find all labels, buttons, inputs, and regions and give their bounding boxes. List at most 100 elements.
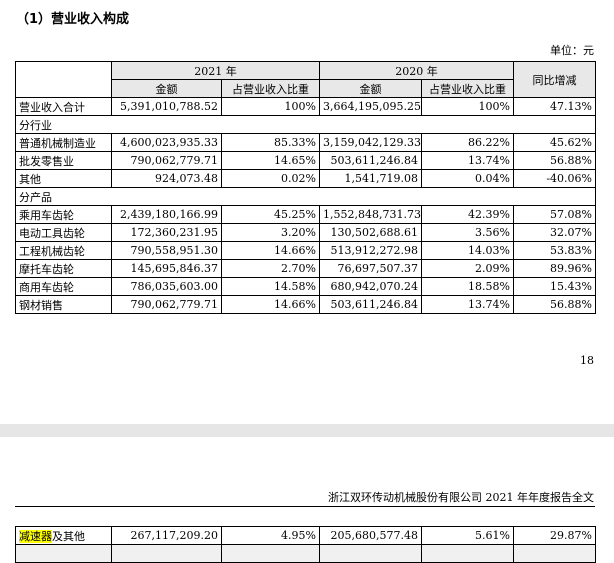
header-ratio-2021: 占营业收入比重 — [221, 79, 320, 98]
section-label-product: 分产品 — [15, 187, 596, 206]
yoy-change: 57.08% — [513, 205, 596, 224]
revenue-table: 2021 年 2020 年 同比增减 金额 占营业收入比重 金额 占营业收入比重… — [15, 61, 596, 314]
yoy-change: 56.88% — [513, 295, 596, 314]
ratio-2020: 3.56% — [421, 223, 514, 242]
row-label: 钢材销售 — [15, 295, 112, 314]
amount-2021: 790,558,951.30 — [111, 241, 222, 260]
section-label-industry: 分行业 — [15, 115, 596, 134]
table-row: 乘用车齿轮 2,439,180,166.99 45.25% 1,552,848,… — [15, 205, 596, 224]
amount-2020: 3,159,042,129.33 — [319, 133, 422, 152]
ratio-2020: 13.74% — [421, 151, 514, 170]
row-label: 摩托车齿轮 — [15, 259, 112, 278]
amount-2021: 4,600,023,935.33 — [111, 133, 222, 152]
yoy-change: 47.13% — [513, 97, 596, 116]
footer-divider — [15, 506, 595, 507]
yoy-change: -40.06% — [513, 169, 596, 188]
row-label-rest: 及其他 — [52, 529, 85, 543]
amount-2020: 1,552,848,731.73 — [319, 205, 422, 224]
header-row-years: 2021 年 2020 年 同比增减 — [15, 61, 596, 98]
amount-2021: 267,117,209.20 — [111, 526, 222, 545]
section-row-product: 分产品 — [15, 187, 596, 206]
amount-2021: 924,073.48 — [111, 169, 222, 188]
ratio-2020: 0.04% — [421, 169, 514, 188]
yoy-change: 53.83% — [513, 241, 596, 260]
amount-2020: 513,912,272.98 — [319, 241, 422, 260]
row-label: 工程机械齿轮 — [15, 241, 112, 260]
amount-2021: 172,360,231.95 — [111, 223, 222, 242]
amount-2020: 76,697,507.37 — [319, 259, 422, 278]
ratio-2021: 0.02% — [221, 169, 320, 188]
ratio-2021: 14.65% — [221, 151, 320, 170]
header-yoy: 同比增减 — [513, 61, 596, 98]
amount-2021: 2,439,180,166.99 — [111, 205, 222, 224]
row-label: 减速器及其他 — [15, 526, 112, 545]
ratio-2021: 14.66% — [221, 241, 320, 260]
table-row: 减速器及其他 267,117,209.20 4.95% 205,680,577.… — [15, 526, 596, 545]
ratio-2021: 14.58% — [221, 277, 320, 296]
ratio-2021: 85.33% — [221, 133, 320, 152]
row-label: 普通机械制造业 — [15, 133, 112, 152]
row-label: 电动工具齿轮 — [15, 223, 112, 242]
ratio-2020: 13.74% — [421, 295, 514, 314]
header-amount-2020: 金额 — [319, 79, 422, 98]
table-row: 钢材销售 790,062,779.71 14.66% 503,611,246.8… — [15, 295, 596, 314]
row-label: 批发零售业 — [15, 151, 112, 170]
amount-2020: 130,502,688.61 — [319, 223, 422, 242]
row-label: 其他 — [15, 169, 112, 188]
ratio-2020: 2.09% — [421, 259, 514, 278]
amount-2021: 5,391,010,788.52 — [111, 97, 222, 116]
ratio-2021: 4.95% — [221, 526, 320, 545]
ratio-2020: 18.58% — [421, 277, 514, 296]
yoy-change: 89.96% — [513, 259, 596, 278]
header-2021: 2021 年 — [111, 61, 320, 80]
section-row-industry: 分行业 — [15, 115, 596, 134]
header-amount-2021: 金额 — [111, 79, 222, 98]
table-row-empty — [15, 544, 596, 563]
header-2020: 2020 年 — [319, 61, 514, 80]
amount-2020: 205,680,577.48 — [319, 526, 422, 545]
table-row: 商用车齿轮 786,035,603.00 14.58% 680,942,070.… — [15, 277, 596, 296]
table-row: 其他 924,073.48 0.02% 1,541,719.08 0.04% -… — [15, 169, 596, 188]
unit-label: 单位：元 — [550, 44, 594, 57]
ratio-2021: 45.25% — [221, 205, 320, 224]
ratio-2021: 14.66% — [221, 295, 320, 314]
amount-2021: 786,035,603.00 — [111, 277, 222, 296]
yoy-change: 32.07% — [513, 223, 596, 242]
row-label: 乘用车齿轮 — [15, 205, 112, 224]
header-ratio-2020: 占营业收入比重 — [421, 79, 514, 98]
ratio-2020: 14.03% — [421, 241, 514, 260]
ratio-2020: 42.39% — [421, 205, 514, 224]
report-footer: 浙江双环传动机械股份有限公司 2021 年年度报告全文 — [328, 491, 594, 504]
yoy-change: 15.43% — [513, 277, 596, 296]
amount-2021: 790,062,779.71 — [111, 295, 222, 314]
amount-2021: 790,062,779.71 — [111, 151, 222, 170]
page-break — [0, 424, 614, 437]
yoy-change: 45.62% — [513, 133, 596, 152]
amount-2020: 503,611,246.84 — [319, 295, 422, 314]
row-label: 营业收入合计 — [15, 97, 112, 116]
amount-2020: 503,611,246.84 — [319, 151, 422, 170]
amount-2020: 680,942,070.24 — [319, 277, 422, 296]
amount-2020: 1,541,719.08 — [319, 169, 422, 188]
table-row: 工程机械齿轮 790,558,951.30 14.66% 513,912,272… — [15, 241, 596, 260]
page-number: 18 — [580, 354, 594, 367]
revenue-table-continued: 减速器及其他 267,117,209.20 4.95% 205,680,577.… — [15, 526, 596, 563]
ratio-2021: 100% — [221, 97, 320, 116]
yoy-change: 56.88% — [513, 151, 596, 170]
highlighted-text: 减速器 — [19, 529, 52, 543]
amount-2021: 145,695,846.37 — [111, 259, 222, 278]
ratio-2020: 86.22% — [421, 133, 514, 152]
ratio-2020: 5.61% — [421, 526, 514, 545]
ratio-2020: 100% — [421, 97, 514, 116]
table-row: 摩托车齿轮 145,695,846.37 2.70% 76,697,507.37… — [15, 259, 596, 278]
table-row: 批发零售业 790,062,779.71 14.65% 503,611,246.… — [15, 151, 596, 170]
row-label: 商用车齿轮 — [15, 277, 112, 296]
total-row: 营业收入合计 5,391,010,788.52 100% 3,664,195,0… — [15, 97, 596, 116]
table-row: 电动工具齿轮 172,360,231.95 3.20% 130,502,688.… — [15, 223, 596, 242]
ratio-2021: 2.70% — [221, 259, 320, 278]
ratio-2021: 3.20% — [221, 223, 320, 242]
table-row: 普通机械制造业 4,600,023,935.33 85.33% 3,159,04… — [15, 133, 596, 152]
yoy-change: 29.87% — [513, 526, 596, 545]
amount-2020: 3,664,195,095.25 — [319, 97, 422, 116]
section-title: （1）营业收入构成 — [16, 12, 130, 27]
